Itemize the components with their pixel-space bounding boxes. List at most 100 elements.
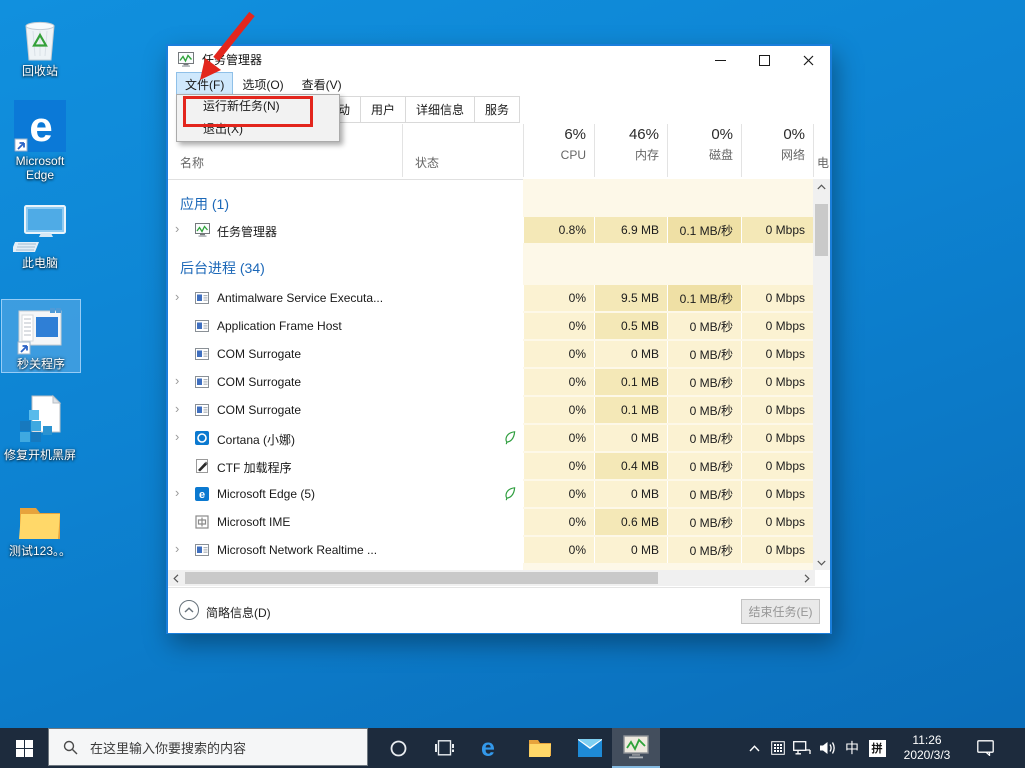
mem-cell: 6.9 MB [594, 217, 667, 243]
column-memory[interactable]: 46% 内存 [594, 124, 659, 176]
tray-clock[interactable]: 11:26 2020/3/3 [896, 728, 958, 768]
desktop-icon-folder[interactable]: 测试123。。 [1, 486, 79, 560]
taskbar-task-manager-button[interactable] [612, 728, 660, 768]
disk-cell: 0 MB/秒 [667, 509, 741, 535]
disk-cell: 0 MB/秒 [667, 537, 741, 563]
vertical-scroll-thumb[interactable] [815, 204, 828, 256]
vertical-scrollbar[interactable] [813, 179, 830, 570]
cpu-cell: 0% [523, 397, 594, 423]
process-row[interactable]: › Microsoft Network Realtime ... 0% 0 MB 0 M… [168, 536, 813, 564]
cpu-cell: 0% [523, 313, 594, 339]
tab-details[interactable]: 详细信息 [406, 97, 476, 122]
process-group-row[interactable]: 应用 (1) [168, 190, 813, 216]
svg-text:e: e [29, 103, 52, 150]
taskbar-edge-button[interactable]: e [472, 728, 504, 768]
process-row[interactable]: CTF 加载程序 0% 0.4 MB 0 MB/秒 0 Mbps [168, 452, 813, 480]
tray-network-button[interactable] [790, 728, 814, 768]
desktop-icon-label: Microsoft Edge [15, 154, 65, 182]
mem-cell: 0.4 MB [594, 453, 667, 479]
process-row[interactable]: › COM Surrogate 0% 0.1 MB 0 MB/秒 0 Mbps [168, 368, 813, 396]
scroll-down-icon[interactable] [813, 555, 830, 570]
expand-chevron-icon[interactable]: › [175, 221, 179, 236]
disk-cell: 0 MB/秒 [667, 425, 741, 451]
expand-chevron-icon[interactable]: › [175, 289, 179, 304]
mail-button[interactable] [574, 728, 606, 768]
status-footer: 简略信息(D) 结束任务(E) [168, 587, 830, 633]
minimize-button[interactable] [698, 46, 742, 74]
process-row[interactable]: COM Surrogate 0% 0 MB 0 MB/秒 0 Mbps [168, 340, 813, 368]
cpu-cell: 0.8% [523, 217, 594, 243]
ctf-icon [195, 459, 209, 473]
column-cpu[interactable]: 6% CPU [523, 124, 586, 176]
expand-chevron-icon[interactable]: › [175, 429, 179, 444]
scroll-right-icon[interactable] [799, 570, 815, 586]
expand-chevron-icon[interactable]: › [175, 401, 179, 416]
process-row[interactable]: › COM Surrogate 0% 0.1 MB 0 MB/秒 0 Mbps [168, 396, 813, 424]
maximize-button[interactable] [742, 46, 786, 74]
process-row[interactable]: › 任务管理器 0.8% 6.9 MB 0.1 MB/秒 0 Mbps [168, 216, 813, 244]
tray-expand-button[interactable] [744, 728, 764, 768]
end-task-button[interactable]: 结束任务(E) [741, 599, 820, 624]
task-view-button[interactable] [428, 728, 460, 768]
desktop-icon-this-pc[interactable]: 此电脑 [1, 198, 79, 272]
process-row[interactable]: › Antimalware Service Executa... 0% 9.5 MB 0… [168, 284, 813, 312]
details-toggle-label[interactable]: 简略信息(D) [206, 604, 271, 621]
disk-cell: 0 MB/秒 [667, 481, 741, 507]
close-button[interactable] [786, 46, 830, 74]
tab-users[interactable]: 用户 [361, 97, 407, 122]
folder-icon [1, 488, 79, 542]
horizontal-scroll-thumb[interactable] [185, 572, 658, 584]
close-icon [803, 55, 813, 65]
desktop-icon-recycle-bin[interactable]: 回收站 [1, 6, 79, 80]
tab-services[interactable]: 服务 [475, 97, 519, 122]
process-name: 任务管理器 [217, 225, 278, 239]
ime-icon [195, 515, 209, 529]
desktop-icon-label: 回收站 [21, 64, 58, 78]
chevron-up-icon [748, 744, 760, 751]
tray-ime-mode-button[interactable]: 中 [842, 728, 862, 768]
app-icon [195, 319, 209, 333]
desktop-icon-registry-file[interactable]: 修复开机黑屏 [1, 390, 79, 464]
column-name[interactable]: 名称 [180, 154, 204, 171]
process-row[interactable]: Application Frame Host 0% 0.5 MB 0 MB/秒 0 Mb… [168, 312, 813, 340]
edge-icon: e [481, 735, 495, 761]
cpu-cell: 0% [523, 369, 594, 395]
expand-chevron-icon[interactable]: › [175, 541, 179, 556]
group-label: 后台进程 (34) [180, 260, 265, 276]
disk-cell: 0 MB/秒 [667, 453, 741, 479]
desktop-icon-edge[interactable]: e Microsoft Edge [1, 96, 79, 184]
mem-cell: 9.5 MB [594, 285, 667, 311]
cpu-cell: 0% [523, 537, 594, 563]
tray-volume-button[interactable] [816, 728, 840, 768]
details-toggle[interactable] [179, 600, 199, 620]
expand-chevron-icon[interactable]: › [175, 485, 179, 500]
cortana-button[interactable] [382, 728, 414, 768]
process-row[interactable]: Microsoft IME 0% 0.6 MB 0 MB/秒 0 Mbps [168, 508, 813, 536]
process-row[interactable]: › e Microsoft Edge (5) 0% 0 MB 0 MB/秒 0 Mbps [168, 480, 813, 508]
file-explorer-button[interactable] [524, 728, 556, 768]
expand-chevron-icon[interactable]: › [175, 373, 179, 388]
column-network[interactable]: 0% 网络 [741, 124, 805, 176]
tray-grid-icon[interactable] [768, 728, 788, 768]
scroll-left-icon[interactable] [168, 570, 184, 586]
suspended-leaf-icon [504, 487, 516, 501]
annotation-arrow [200, 11, 255, 80]
horizontal-scrollbar[interactable] [168, 570, 815, 586]
column-disk[interactable]: 0% 磁盘 [667, 124, 733, 176]
column-power-partial[interactable]: 电 [817, 154, 830, 171]
mail-icon [578, 739, 602, 757]
tray-ime-pinyin-button[interactable]: 拼 [866, 728, 888, 768]
menu-view[interactable]: 查看(V) [293, 72, 351, 97]
disk-cell: 0.1 MB/秒 [667, 217, 741, 243]
column-status[interactable]: 状态 [415, 154, 439, 171]
search-input[interactable]: 在这里输入你要搜索的内容 [48, 728, 368, 766]
task-manager-icon [623, 735, 649, 759]
process-group-row[interactable]: 后台进程 (34) [168, 254, 813, 280]
scroll-up-icon[interactable] [813, 179, 830, 194]
desktop-icon-app-shortcut[interactable]: 秒关程序 [1, 299, 81, 373]
disk-cell: 0 MB/秒 [667, 313, 741, 339]
process-row[interactable]: › Cortana (小娜) 0% 0 MB 0 MB/秒 0 Mbps [168, 424, 813, 452]
action-center-button[interactable] [970, 728, 1000, 768]
start-button[interactable] [0, 728, 48, 768]
taskbar: 在这里输入你要搜索的内容 e 中 拼 11:26 2020/3/3 [0, 728, 1025, 768]
